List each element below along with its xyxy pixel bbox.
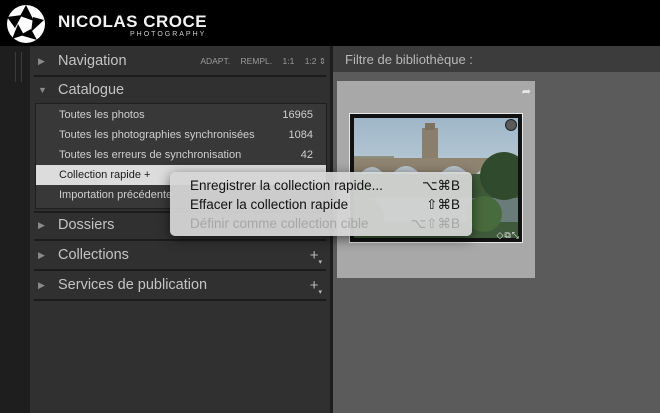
catalogue-item-label: Importation précédente: [59, 189, 173, 201]
rating-circle-icon[interactable]: [505, 119, 517, 131]
brand-subtitle: PHOTOGRAPHY: [130, 31, 207, 38]
zoom-option-adapt[interactable]: ADAPT.: [200, 56, 230, 66]
aperture-logo-icon: [3, 3, 49, 45]
flag-icon[interactable]: ➦: [522, 85, 531, 98]
zoom-option-1-2[interactable]: 1:2 ⇕: [305, 56, 326, 66]
menu-item-shortcut: ⌥⌘B: [421, 178, 460, 193]
panel-divider: [34, 269, 326, 271]
catalogue-item-count: 16965: [282, 109, 313, 121]
menu-item-label: Enregistrer la collection rapide...: [190, 178, 383, 193]
thumbnail-status-icons: ◇⧉⤡: [496, 230, 520, 240]
zoom-option-rempl[interactable]: REMPL.: [240, 56, 272, 66]
catalogue-item-label: Toutes les photographies synchronisées: [59, 129, 255, 141]
panel-title: Services de publication: [58, 277, 208, 293]
menu-item-save-quick-collection[interactable]: Enregistrer la collection rapide... ⌥⌘B: [170, 176, 472, 195]
panel-divider: [34, 239, 326, 241]
services-panel-header[interactable]: ▶ Services de publication +▾: [30, 272, 330, 298]
catalogue-item-synced-photos[interactable]: Toutes les photographies synchronisées 1…: [36, 125, 326, 145]
panel-title: Collections: [58, 247, 129, 263]
panel-resize-handle[interactable]: [15, 52, 22, 82]
add-service-icon[interactable]: +▾: [310, 277, 322, 296]
left-edge-strip[interactable]: [0, 46, 30, 413]
menu-item-shortcut: ⌥⇧⌘B: [410, 216, 460, 231]
menu-item-clear-quick-collection[interactable]: Effacer la collection rapide ⇧⌘B: [170, 195, 472, 214]
menu-item-label: Effacer la collection rapide: [190, 197, 349, 212]
catalogue-item-all-photos[interactable]: Toutes les photos 16965: [36, 105, 326, 125]
brand-name: NICOLAS CROCE: [58, 12, 208, 31]
catalogue-item-count: 42: [300, 149, 313, 161]
top-bar: NICOLAS CROCE PHOTOGRAPHY: [0, 0, 660, 46]
catalogue-item-label: Toutes les photos: [59, 109, 145, 121]
expand-triangle-icon[interactable]: ▶: [38, 56, 45, 67]
quick-collection-context-menu: Enregistrer la collection rapide... ⌥⌘B …: [170, 172, 472, 236]
catalogue-panel-header[interactable]: ▼ Catalogue: [30, 77, 330, 103]
library-filter-label: Filtre de bibliothèque :: [345, 52, 473, 67]
navigator-zoom-options: ADAPT. REMPL. 1:1 1:2 ⇕: [192, 56, 326, 67]
catalogue-item-label: Collection rapide +: [59, 169, 151, 181]
collections-panel-header[interactable]: ▶ Collections +▾: [30, 242, 330, 268]
collapse-triangle-icon[interactable]: ▼: [38, 85, 47, 95]
catalogue-item-count: 1084: [288, 129, 313, 141]
navigation-panel-header[interactable]: ▶ Navigation ADAPT. REMPL. 1:1 1:2 ⇕: [30, 48, 330, 74]
panel-divider: [34, 299, 326, 301]
catalogue-item-label: Toutes les erreurs de synchronisation: [59, 149, 242, 161]
panel-title: Catalogue: [58, 82, 125, 98]
expand-triangle-icon[interactable]: ▶: [38, 220, 45, 231]
menu-item-set-target-collection: Définir comme collection cible ⌥⇧⌘B: [170, 214, 472, 233]
panel-title: Navigation: [58, 53, 127, 69]
panel-title: Dossiers: [58, 217, 115, 233]
menu-item-shortcut: ⇧⌘B: [426, 197, 460, 212]
zoom-option-1-1[interactable]: 1:1: [282, 56, 294, 66]
menu-item-label: Définir comme collection cible: [190, 216, 369, 231]
expand-triangle-icon[interactable]: ▶: [38, 250, 45, 261]
expand-triangle-icon[interactable]: ▶: [38, 280, 45, 291]
add-collection-icon[interactable]: +▾: [310, 247, 322, 266]
library-filter-bar[interactable]: Filtre de bibliothèque :: [333, 46, 660, 72]
catalogue-item-sync-errors[interactable]: Toutes les erreurs de synchronisation 42: [36, 145, 326, 165]
